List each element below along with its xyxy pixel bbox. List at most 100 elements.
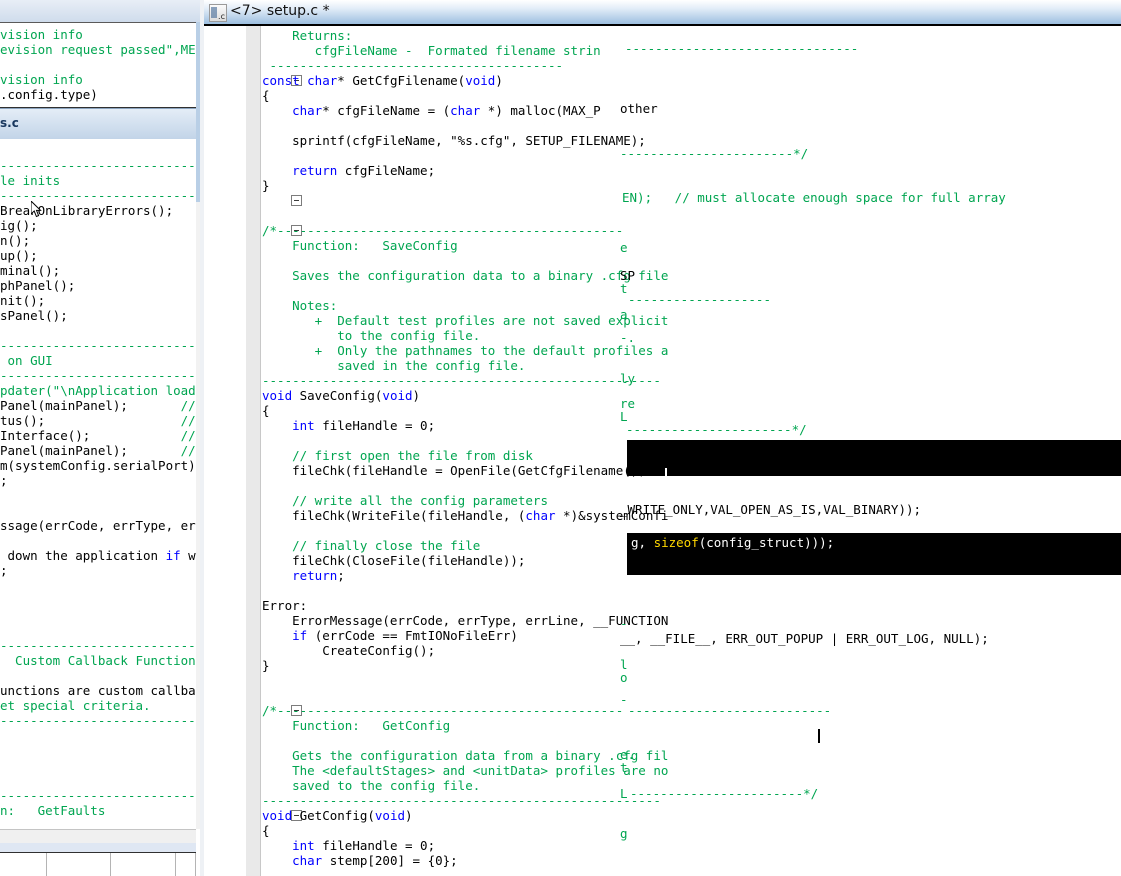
code-token: stemp[200] = {0}; [322,853,458,868]
code-line[interactable]: to the config file. [262,328,480,343]
code-line[interactable]: fileChk(fileHandle = OpenFile(GetCfgFile… [262,463,668,478]
background-code-pane-1[interactable]: vision infoevision request passed",MESSA… [0,23,196,108]
code-line[interactable]: char* cfgFileName = (char *) malloc(MAX_… [262,103,601,118]
overdraw-text: _WRITE_ONLY,VAL_OPEN_AS_IS,VAL_BINARY)); [620,502,922,517]
code-token: * cfgFileName = ( [322,103,451,118]
code-line[interactable]: Saves the configuration data to a binary… [262,268,668,283]
table-cell[interactable] [111,853,176,876]
code-line[interactable]: ErrorMessage(errCode, errType, errLine, … [262,613,668,628]
background-code-line: n: GetFaults [0,803,106,818]
code-line[interactable]: return; [262,568,345,583]
background-code-line: ------------------------------- [0,158,196,173]
editor-body[interactable]: 1481491501511521531541551561571581591601… [204,26,1121,876]
code-line[interactable]: { [262,88,270,103]
background-editor-window[interactable]: vision infoevision request passed",MESSA… [0,0,200,876]
code-line[interactable]: int fileHandle = 0; [262,418,435,433]
code-token: ----------------------------------------… [262,373,661,388]
background-code-pane-2[interactable]: -------------------------------le inits-… [0,139,196,829]
background-code-line: nit(); // [0,293,46,308]
code-token: fileChk(WriteFile(fileHandle, ( [262,508,526,523]
code-line[interactable]: } [262,658,270,673]
code-line[interactable]: { [262,403,270,418]
selected-text-block[interactable] [627,440,1121,476]
table-cell[interactable] [176,853,196,876]
background-code-line: evision request passed",MESSA [0,42,196,57]
code-folding-margin[interactable] [246,26,302,876]
background-code-line: ; [0,563,8,578]
code-line[interactable]: saved to the config file. [262,778,480,793]
code-line[interactable]: + Only the pathnames to the default prof… [262,343,669,358]
code-line[interactable]: sprintf(cfgFileName, "%s.cfg", SETUP_FIL… [262,133,646,148]
code-token: fileHandle = 0; [314,838,436,853]
code-line[interactable]: // first open the file from disk [262,448,533,463]
background-code-line: tus(); // [0,413,196,428]
code-line[interactable]: CreateConfig(); [262,643,435,658]
code-line[interactable]: if (errCode == FmtIONoFileErr) [262,628,518,643]
code-line[interactable]: // write all the config parameters [262,493,548,508]
code-line[interactable]: } [262,178,270,193]
background-tabstrip[interactable] [0,0,200,23]
code-line[interactable]: Returns: [262,28,352,43]
background-editor-tab[interactable]: s.c [0,108,196,140]
code-line[interactable]: Function: GetConfig [262,718,450,733]
overdraw-text: ----------------------*/ [626,422,807,437]
code-token: Saves the configuration data to a binary… [262,268,669,283]
code-token: void [262,808,293,823]
keyword-token: sizeof [653,535,699,550]
code-line[interactable]: cfgFileName - Formated filename strin [262,43,601,58]
editor-title-bar[interactable]: .c <7> setup.c * [204,0,1121,26]
code-line[interactable]: char stemp[200] = {0}; [262,853,458,868]
code-line[interactable]: + Default test profiles are not saved ex… [262,313,669,328]
code-token: /*--------------------------------------… [262,223,624,238]
code-token: + Default test profiles are not saved ex… [262,313,669,328]
code-line[interactable]: Function: SaveConfig [262,238,458,253]
background-code-line: ------------------------------- [0,188,196,203]
code-token: void [262,388,293,403]
code-line[interactable]: // finally close the file [262,538,480,553]
code-line[interactable]: void GetConfig(void) [262,808,413,823]
code-token: } [262,178,270,193]
code-line[interactable]: The <defaultStages> and <unitData> profi… [262,763,668,778]
background-code-line: ------------------------------- [0,788,196,803]
setup-c-editor-window[interactable]: .c <7> setup.c * 14814915015115215315415… [204,0,1121,876]
code-token: fileChk(fileHandle = OpenFile(GetCfgFile… [262,463,669,478]
selected-text-block[interactable]: g, sizeof(config_struct))); [627,533,1121,575]
overdraw-text: -. [620,330,636,345]
code-line[interactable]: int fileHandle = 0; [262,838,435,853]
code-line[interactable]: Gets the configuration data from a binar… [262,748,668,763]
overdraw-text: __, __FILE__, ERR_OUT_POPUP | ERR_OUT_LO… [620,631,989,646]
code-token: int [292,838,315,853]
code-line[interactable]: /*--------------------------------------… [262,703,623,718]
background-code-line: ig(); // [0,218,38,233]
overdraw-text: ------------------------------- [625,41,859,56]
code-line[interactable]: { [262,823,270,838]
code-line[interactable]: const char* GetCfgFilename(void) [262,73,503,88]
background-data-grid[interactable] [0,853,196,876]
background-code-line: et special criteria. [0,698,151,713]
background-code-line: Custom Callback Functions [0,653,196,668]
code-line[interactable]: void SaveConfig(void) [262,388,420,403]
code-line[interactable]: Notes: [262,298,337,313]
code-line[interactable]: saved in the config file. [262,358,525,373]
code-line[interactable]: fileChk(CloseFile(fileHandle)); [262,553,525,568]
background-code-line: pdater("\nApplication loaded [0,383,196,398]
selected-text: g, sizeof(config_struct))); [631,535,835,550]
table-cell[interactable] [0,853,47,876]
table-cell[interactable] [47,853,111,876]
code-line[interactable]: ----------------------------------------… [262,793,661,808]
code-token: SaveConfig( [292,388,383,403]
code-line[interactable]: return cfgFileName; [262,163,435,178]
background-code-line: ------------------------------- [0,638,196,653]
background-code-line: unctions are custom callback [0,683,196,698]
code-line[interactable]: Error: [262,598,307,613]
fold-toggle-icon[interactable] [291,195,302,206]
overdraw-text: g [620,826,628,841]
code-line[interactable]: ----------------------------------------… [262,373,661,388]
code-line[interactable]: fileChk(WriteFile(fileHandle, (char *)&s… [262,508,668,523]
code-line[interactable]: --------------------------------------- [262,58,564,73]
overdraw-text: t [620,281,628,296]
code-token: fileChk(CloseFile(fileHandle)); [262,553,526,568]
background-code-line: BreakOnLibraryErrors(); // [0,203,174,218]
code-line[interactable]: /*--------------------------------------… [262,223,623,238]
